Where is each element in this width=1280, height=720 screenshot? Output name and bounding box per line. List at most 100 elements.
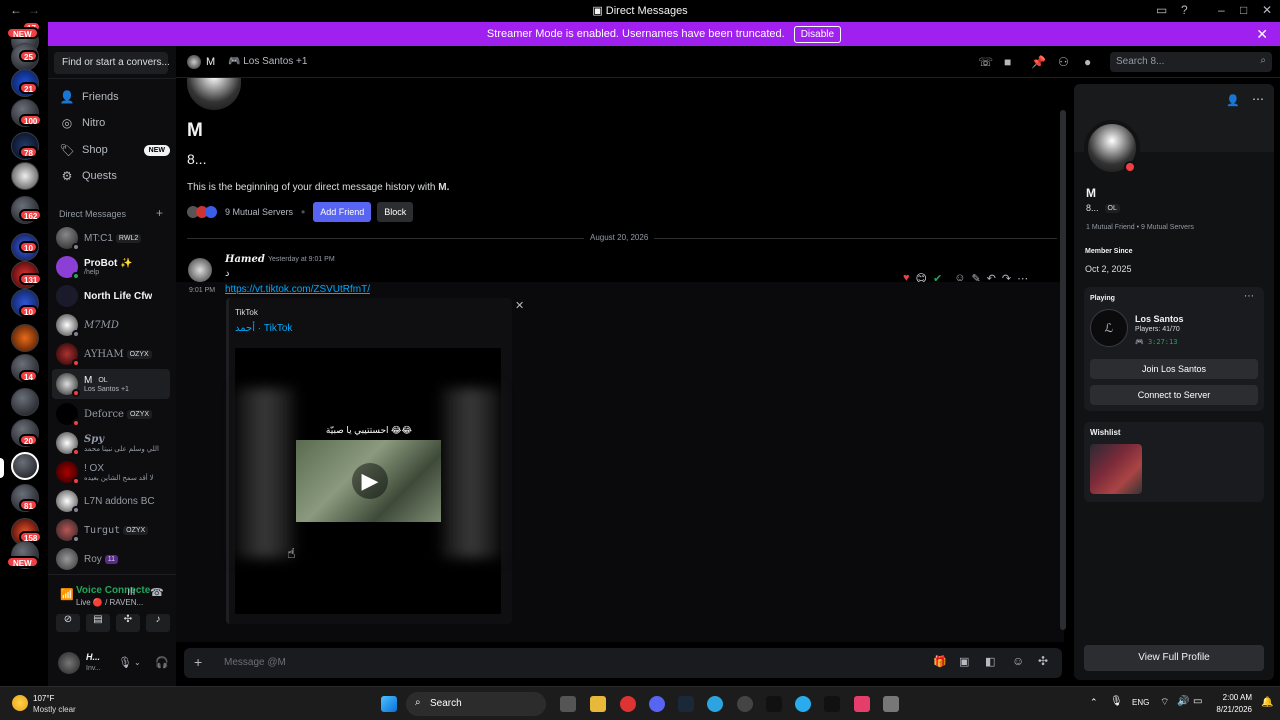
disconnect-icon[interactable]: ☎ (150, 586, 164, 599)
chrome-icon[interactable] (620, 696, 636, 712)
start-windows-icon[interactable] (381, 696, 397, 712)
apps-icon[interactable]: ✣ (1038, 654, 1048, 668)
server-icon[interactable] (11, 388, 39, 416)
taskbar-search[interactable]: ⌕ Search (406, 692, 546, 716)
nav-quests[interactable]: ⚙ Quests (54, 164, 170, 188)
gift-icon[interactable]: 🎁 (933, 655, 947, 668)
mic-icon[interactable]: 🎙 (118, 656, 132, 669)
maximize-icon[interactable]: □ (1240, 3, 1247, 17)
dm-row[interactable]: ! OX لا أقد سمح الشاين بعيده (52, 458, 170, 486)
chevron-down-icon[interactable]: ⌄ (134, 658, 141, 667)
file-explorer-icon[interactable] (590, 696, 606, 712)
minimize-icon[interactable]: – (1218, 3, 1225, 17)
video-off-icon[interactable]: ⊘ (56, 614, 80, 632)
inbox-icon[interactable]: ▭ (1156, 3, 1167, 17)
header-name[interactable]: M (206, 56, 215, 68)
attach-plus-icon[interactable]: + (194, 654, 202, 670)
disable-button[interactable]: Disable (793, 25, 842, 43)
add-member-icon[interactable]: ⚇ (1058, 55, 1069, 69)
dm-row[interactable]: AYHAM OZYX (52, 340, 170, 368)
add-friend-button[interactable]: Add Friend (313, 202, 372, 222)
gif-icon[interactable]: ▣ (959, 655, 969, 668)
noise-icon[interactable]: ılı (127, 586, 136, 598)
avatar (56, 490, 80, 514)
close-window-icon[interactable]: ✕ (1262, 3, 1272, 17)
block-button[interactable]: Block (377, 202, 414, 222)
play-icon[interactable]: ▶ (352, 463, 388, 499)
soundboard-icon[interactable]: ♪ (146, 614, 170, 632)
battery-icon[interactable]: ▭ (1193, 696, 1202, 707)
wishlist-item[interactable] (1090, 444, 1142, 494)
connect-server-button[interactable]: Connect to Server (1090, 385, 1258, 405)
obs-icon[interactable] (737, 696, 753, 712)
message-input[interactable]: Message @M (224, 657, 286, 668)
clock-time[interactable]: 2:00 AM (1214, 693, 1252, 702)
mutual-servers-link[interactable]: 9 Mutual Servers (225, 207, 293, 217)
server-icon[interactable] (11, 324, 39, 352)
emoji-icon[interactable]: ☺ (1012, 654, 1024, 668)
notifications-icon[interactable]: 🔔 (1261, 697, 1273, 708)
tray-mic-icon[interactable]: 🎙 (1110, 696, 1123, 707)
find-conversation-input[interactable]: Find or start a convers... (54, 52, 170, 74)
headphones-icon[interactable]: 🎧 (155, 656, 169, 669)
video-preview[interactable]: احستتيبي يا صبيّة 😂😂 ▶ (235, 348, 501, 614)
sticker-icon[interactable]: ◧ (985, 655, 995, 668)
message-link[interactable]: https://vt.tiktok.com/ZSVUtRfmT/ (225, 284, 370, 295)
dm-row[interactable]: North Life Cfw (52, 282, 170, 310)
embed-title[interactable]: أحمد · TikTok (235, 323, 292, 334)
message-author[interactable]: Hamed (225, 254, 265, 265)
pin-icon[interactable]: 📌 (1031, 55, 1046, 69)
server-icon[interactable] (11, 162, 39, 190)
close-embed-icon[interactable]: ✕ (515, 299, 524, 312)
steam-icon[interactable] (678, 696, 694, 712)
date-divider: August 20, 2026 (584, 233, 655, 242)
dm-row[interactable]: MT:C1 RWL2 (52, 224, 170, 252)
tray-chevron-icon[interactable]: ⌃ (1090, 697, 1098, 708)
create-dm-icon[interactable]: + (156, 206, 163, 220)
nav-friends[interactable]: 👤 Friends (54, 85, 170, 109)
dm-row[interactable]: Roy 11 (52, 545, 170, 573)
scrollbar[interactable] (1060, 110, 1066, 630)
view-full-profile-button[interactable]: View Full Profile (1084, 645, 1264, 671)
clock-date[interactable]: 8/21/2026 (1206, 705, 1252, 714)
nav-shop[interactable]: 🏷 Shop NEW (54, 138, 170, 162)
voice-channel[interactable]: Live 🔴 / RAVEN... (76, 598, 143, 607)
dm-row[interactable]: L7N addons BC (52, 487, 170, 515)
app-icon[interactable] (854, 696, 870, 712)
dm-row[interactable]: Deforce OZYX (52, 400, 170, 428)
screenshare-icon[interactable]: ▤ (86, 614, 110, 632)
dm-row-selected[interactable]: M OL Los Santos +1 (52, 369, 170, 399)
weather-icon[interactable] (12, 695, 28, 711)
add-friend-icon[interactable]: 👤 (1226, 94, 1240, 107)
activities-icon[interactable]: ✣ (116, 614, 140, 632)
mutual-servers[interactable]: 9 Mutual Servers (1141, 224, 1194, 231)
server-icon[interactable] (11, 452, 39, 480)
nav-nitro[interactable]: ◎ Nitro (54, 111, 170, 135)
settings-icon[interactable] (883, 696, 899, 712)
dm-row[interactable]: ProBot ✨ /help (52, 253, 170, 281)
edge-icon[interactable] (707, 696, 723, 712)
join-game-button[interactable]: Join Los Santos (1090, 359, 1258, 379)
mutual-friends[interactable]: 1 Mutual Friend (1086, 224, 1135, 231)
video-call-icon[interactable]: ■ (1004, 55, 1011, 69)
wifi-icon[interactable]: ⌔ (1160, 696, 1169, 709)
volume-icon[interactable]: 🔊 (1177, 696, 1189, 707)
nvidia-icon[interactable] (766, 696, 782, 712)
activity-more-icon[interactable]: ⋯ (1244, 291, 1254, 302)
profile-toggle-icon[interactable]: ● (1084, 55, 1091, 69)
call-icon[interactable]: ☏ (978, 55, 993, 69)
dm-row[interactable]: Spy اللي وسلم على نبينا محمد (52, 429, 170, 457)
help-icon[interactable]: ? (1181, 3, 1188, 17)
search-input[interactable]: Search 8... ⌕ (1110, 52, 1272, 72)
task-view-icon[interactable] (560, 696, 576, 712)
dm-row[interactable]: Turgut OZYX (52, 516, 170, 544)
author-avatar[interactable] (188, 258, 212, 282)
more-options-icon[interactable]: ⋯ (1252, 92, 1264, 106)
avatar[interactable] (58, 652, 80, 674)
language-indicator[interactable]: ENG (1132, 698, 1149, 707)
close-banner-icon[interactable]: ✕ (1256, 26, 1268, 43)
dm-row[interactable]: M7MD (52, 311, 170, 339)
discord-icon[interactable] (649, 696, 665, 712)
telegram-icon[interactable] (795, 696, 811, 712)
tiktok-icon[interactable] (824, 696, 840, 712)
